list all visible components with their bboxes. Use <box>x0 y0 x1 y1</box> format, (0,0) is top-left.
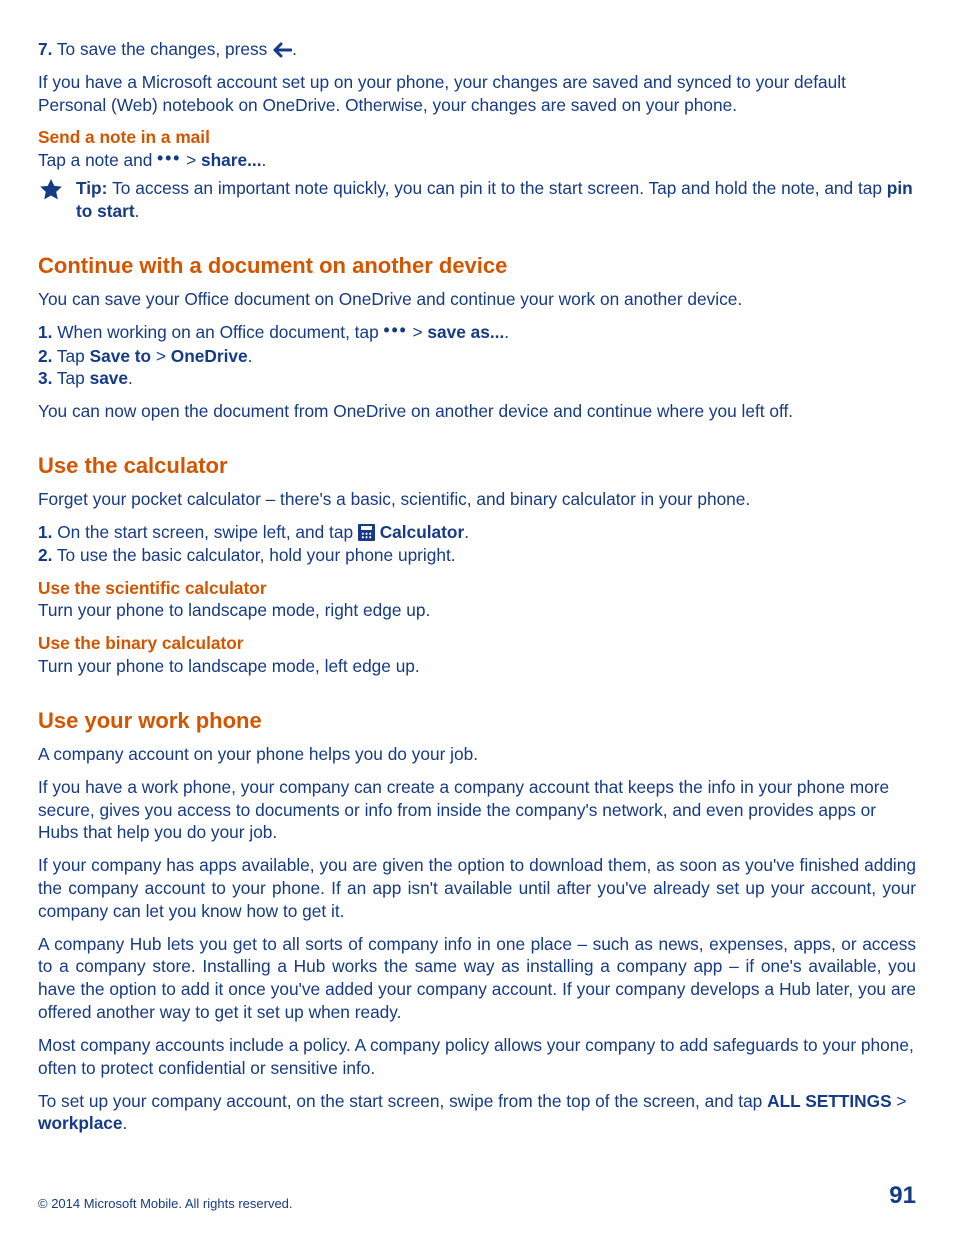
continue-step-2: 2. Tap Save to > OneDrive. <box>38 345 916 368</box>
text: > <box>151 346 171 366</box>
subheading-send-note: Send a note in a mail <box>38 126 916 149</box>
star-icon <box>38 177 76 209</box>
heading-continue: Continue with a document on another devi… <box>38 251 916 280</box>
text: > <box>408 322 428 342</box>
text: . <box>248 346 253 366</box>
calc-step-2: 2. To use the basic calculator, hold you… <box>38 544 916 567</box>
text: . <box>128 368 133 388</box>
text: When working on an Office document, tap <box>52 322 383 342</box>
step-7: 7. To save the changes, press . <box>38 38 916 61</box>
continue-intro: You can save your Office document on One… <box>38 288 916 311</box>
page-number: 91 <box>889 1180 916 1212</box>
text: . <box>504 322 509 342</box>
work-p3: If your company has apps available, you … <box>38 854 916 922</box>
heading-work-phone: Use your work phone <box>38 706 916 735</box>
onedrive-label: OneDrive <box>171 346 248 366</box>
step-text: To save the changes, press <box>52 39 272 59</box>
heading-calculator: Use the calculator <box>38 451 916 480</box>
continue-outro: You can now open the document from OneDr… <box>38 400 916 423</box>
text: . <box>262 150 267 170</box>
workplace-label: workplace <box>38 1113 123 1133</box>
continue-step-1: 1. When working on an Office document, t… <box>38 321 916 345</box>
work-p1: A company account on your phone helps yo… <box>38 743 916 766</box>
send-note-instruction: Tap a note and ••• > share.... <box>38 149 916 173</box>
tip-label: Tip: <box>76 178 112 198</box>
step-suffix: . <box>292 39 297 59</box>
save-as-label: save as... <box>427 322 504 342</box>
calc-step-1: 1. On the start screen, swipe left, and … <box>38 521 916 544</box>
step-number: 1. <box>38 522 52 542</box>
page-footer: © 2014 Microsoft Mobile. All rights rese… <box>38 1180 916 1212</box>
step-number: 2. <box>38 346 52 366</box>
text: To access an important note quickly, you… <box>112 178 887 198</box>
back-arrow-icon <box>272 39 292 59</box>
text: . <box>464 522 469 542</box>
subheading-scientific: Use the scientific calculator <box>38 577 916 600</box>
binary-body: Turn your phone to landscape mode, left … <box>38 655 916 678</box>
save-to-label: Save to <box>90 346 151 366</box>
ms-account-note: If you have a Microsoft account set up o… <box>38 71 916 117</box>
text: . <box>135 201 140 221</box>
calc-intro: Forget your pocket calculator – there's … <box>38 488 916 511</box>
step-number: 3. <box>38 368 52 388</box>
step-number: 1. <box>38 322 52 342</box>
more-dots-icon: ••• <box>157 147 181 170</box>
more-dots-icon: ••• <box>384 319 408 342</box>
tip-text: Tip: To access an important note quickly… <box>76 177 916 223</box>
text: To set up your company account, on the s… <box>38 1091 767 1111</box>
calculator-label: Calculator <box>375 522 464 542</box>
text: Tap <box>52 346 89 366</box>
tip-callout: Tip: To access an important note quickly… <box>38 177 916 223</box>
scientific-body: Turn your phone to landscape mode, right… <box>38 599 916 622</box>
all-settings-label: ALL SETTINGS <box>767 1091 892 1111</box>
text: > <box>892 1091 907 1111</box>
text: To use the basic calculator, hold your p… <box>52 545 455 565</box>
work-setup: To set up your company account, on the s… <box>38 1090 916 1136</box>
calculator-icon <box>358 524 375 541</box>
work-p5: Most company accounts include a policy. … <box>38 1034 916 1080</box>
step-number: 2. <box>38 545 52 565</box>
text: Tap <box>52 368 89 388</box>
copyright-text: © 2014 Microsoft Mobile. All rights rese… <box>38 1195 293 1212</box>
work-p4: A company Hub lets you get to all sorts … <box>38 933 916 1024</box>
continue-step-3: 3. Tap save. <box>38 367 916 390</box>
subheading-binary: Use the binary calculator <box>38 632 916 655</box>
text: > <box>181 150 201 170</box>
save-label: save <box>90 368 128 388</box>
share-label: share... <box>201 150 262 170</box>
text: On the start screen, swipe left, and tap <box>52 522 357 542</box>
work-p2: If you have a work phone, your company c… <box>38 776 916 844</box>
text: Tap a note and <box>38 150 157 170</box>
text: . <box>123 1113 128 1133</box>
step-number: 7. <box>38 39 52 59</box>
